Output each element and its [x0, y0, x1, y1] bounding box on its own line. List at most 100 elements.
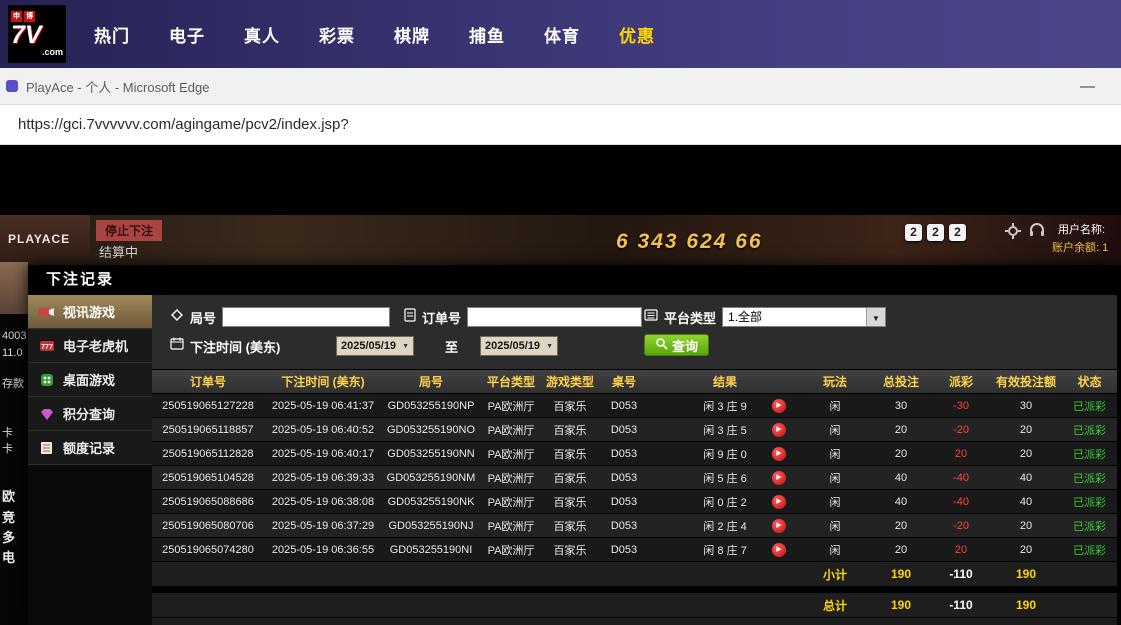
to-group: 至 — [445, 336, 458, 356]
sidebar-item[interactable]: 额度记录 — [28, 431, 152, 465]
nav-item[interactable]: 电子 — [169, 22, 205, 47]
search-button-label: 查询 — [672, 336, 698, 355]
sum-payout: -110 — [932, 562, 990, 587]
payout-cell: 20 — [932, 442, 990, 466]
date-from-picker[interactable]: 2025/05/19 — [336, 336, 414, 356]
column-header: 下注时间 (美东) — [264, 370, 382, 394]
sidebar-item[interactable]: 桌面游戏 — [28, 363, 152, 397]
sidebar-item[interactable]: 视讯游戏 — [28, 295, 152, 329]
replay-button[interactable]: ▶ — [772, 495, 786, 509]
bet-table: 订单号下注时间 (美东)局号平台类型游戏类型桌号结果玩法总投注派彩有效投注额状态… — [152, 370, 1117, 618]
play-cell: 闲 — [800, 418, 870, 442]
die: 2 — [905, 224, 922, 241]
status-cell: 已派彩 — [1062, 514, 1117, 538]
replay-button[interactable]: ▶ — [772, 399, 786, 413]
round-cell: GD053255190NK — [382, 490, 480, 514]
dice-group: 222 — [905, 224, 966, 241]
headset-icon[interactable] — [1029, 223, 1045, 242]
status-cell: 已派彩 — [1062, 538, 1117, 562]
nav-item[interactable]: 棋牌 — [394, 22, 430, 47]
round-input[interactable] — [222, 307, 390, 327]
time-cell: 2025-05-19 06:41:37 — [264, 394, 382, 418]
favicon-icon — [6, 80, 18, 92]
bet-cell: 30 — [870, 394, 932, 418]
nav-item[interactable]: 彩票 — [319, 22, 355, 47]
status-cell: 已派彩 — [1062, 490, 1117, 514]
play-cell: 闲 — [800, 514, 870, 538]
status-cell: 已派彩 — [1062, 442, 1117, 466]
gem-icon — [38, 407, 55, 421]
balance-label: 账户余额: 1 — [1052, 239, 1108, 255]
replay-button[interactable]: ▶ — [772, 543, 786, 557]
camera-icon — [38, 305, 55, 319]
result-cell: 闲 8 庄 7▶ — [650, 538, 800, 562]
subtotal-row: 小计190-110190 — [152, 562, 1117, 587]
column-header: 结果 — [650, 370, 800, 394]
sum-bet: 190 — [870, 562, 932, 587]
time-cell: 2025-05-19 06:38:08 — [264, 490, 382, 514]
nav-menu: 热门 电子 真人 彩票 棋牌 捕鱼 体育 优惠 — [94, 22, 694, 47]
sidebar-item[interactable]: 积分查询 — [28, 397, 152, 431]
payout-cell: 20 — [932, 538, 990, 562]
play-cell: 闲 — [800, 490, 870, 514]
address-bar: https://gci.7vvvvvv.com/agingame/pcv2/in… — [0, 105, 1121, 145]
game-type-cell: 百家乐 — [542, 442, 598, 466]
order-cell: 250519065118857 — [152, 418, 264, 442]
platform-cell: PA欧洲厅 — [480, 418, 542, 442]
minimize-button[interactable]: — — [1080, 78, 1095, 95]
background-text-fragment: 欧 — [2, 486, 15, 505]
order-label: 订单号 — [422, 308, 461, 327]
nav-item[interactable]: 捕鱼 — [469, 22, 505, 47]
order-input[interactable] — [467, 307, 642, 327]
replay-button[interactable]: ▶ — [772, 471, 786, 485]
status-cell: 已派彩 — [1062, 418, 1117, 442]
bet-cell: 20 — [870, 418, 932, 442]
empty-cell — [152, 562, 800, 587]
replay-button[interactable]: ▶ — [772, 447, 786, 461]
nav-item[interactable]: 真人 — [244, 22, 280, 47]
modal-content: 局号 订单号 平台类型 1.全部 — [152, 295, 1117, 625]
game-type-cell: 百家乐 — [542, 538, 598, 562]
sum-label: 总计 — [800, 593, 870, 618]
nav-item[interactable]: 优惠 — [619, 22, 655, 47]
sidebar-item-label: 积分查询 — [63, 404, 115, 423]
replay-button[interactable]: ▶ — [772, 423, 786, 437]
sum-bet: 190 — [870, 593, 932, 618]
url-text[interactable]: https://gci.7vvvvvv.com/agingame/pcv2/in… — [18, 116, 349, 133]
background-text-fragment: 电 — [2, 547, 15, 566]
game-type-cell: 百家乐 — [542, 466, 598, 490]
logo-suffix: .com — [11, 48, 63, 57]
bet-row: 2505190650742802025-05-19 06:36:55GD0532… — [152, 538, 1117, 562]
result-cell: 闲 2 庄 4▶ — [650, 514, 800, 538]
platform-select[interactable]: 1.全部 — [722, 307, 886, 327]
time-filter-label-group: 下注时间 (美东) — [170, 336, 280, 356]
platform-label: 平台类型 — [664, 308, 716, 327]
sidebar-item[interactable]: 777电子老虎机 — [28, 329, 152, 363]
bet-records-modal: 下注记录 视讯游戏777电子老虎机桌面游戏积分查询额度记录 局号 订单号 平台类… — [28, 265, 1117, 625]
document-icon — [38, 441, 55, 455]
game-type-cell: 百家乐 — [542, 490, 598, 514]
nav-item[interactable]: 体育 — [544, 22, 580, 47]
modal-sidebar: 视讯游戏777电子老虎机桌面游戏积分查询额度记录 — [28, 295, 152, 625]
order-filter: 订单号 — [404, 307, 642, 327]
sum-label: 小计 — [800, 562, 870, 587]
nav-item[interactable]: 热门 — [94, 22, 130, 47]
round-cell: GD053255190NO — [382, 418, 480, 442]
gear-icon[interactable] — [1005, 223, 1021, 244]
search-button[interactable]: 查询 — [644, 334, 709, 356]
window-title: PlayAce - 个人 - Microsoft Edge — [26, 77, 210, 96]
replay-button[interactable]: ▶ — [772, 519, 786, 533]
black-band — [0, 145, 1121, 215]
valid-bet-cell: 20 — [990, 514, 1062, 538]
payout-cell: -20 — [932, 514, 990, 538]
table-number-cell: D053 — [598, 514, 650, 538]
die: 2 — [949, 224, 966, 241]
background-text-fragment: 11.0 — [2, 347, 23, 359]
sidebar-item-label: 桌面游戏 — [63, 370, 115, 389]
site-logo[interactable]: 申 博 7V .com — [8, 5, 66, 63]
date-to-picker[interactable]: 2025/05/19 — [480, 336, 558, 356]
bet-row: 2505190650886862025-05-19 06:38:08GD0532… — [152, 490, 1117, 514]
chevron-down-icon — [866, 308, 885, 326]
time-cell: 2025-05-19 06:37:29 — [264, 514, 382, 538]
date-to-value: 2025/05/19 — [485, 340, 540, 352]
